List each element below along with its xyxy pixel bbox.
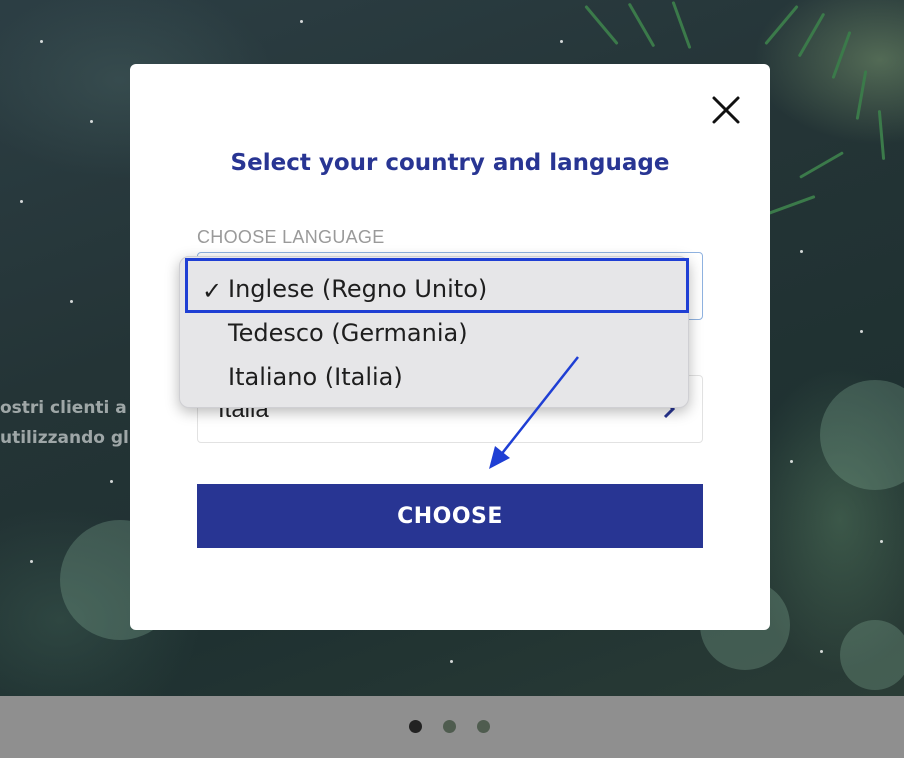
carousel-bar: [0, 696, 904, 758]
snowflake: [90, 120, 93, 123]
bokeh-light: [820, 380, 904, 490]
hero-text-line: utilizzando gl: [0, 428, 129, 448]
snowflake: [40, 40, 43, 43]
snowflake: [560, 40, 563, 43]
snowflake: [70, 300, 73, 303]
language-dropdown-menu: ✓ Inglese (Regno Unito) Tedesco (Germani…: [179, 256, 689, 408]
bokeh-light: [840, 620, 904, 690]
pine-needle: [764, 4, 799, 46]
carousel-dot-3[interactable]: [477, 720, 490, 733]
carousel-dot-2[interactable]: [443, 720, 456, 733]
hero-text-line: ostri clienti a v: [0, 398, 144, 418]
choose-button[interactable]: CHOOSE: [197, 484, 703, 548]
snowflake: [300, 20, 303, 23]
snowflake: [860, 330, 863, 333]
pine-needle: [799, 151, 844, 179]
pine-needle: [767, 195, 816, 215]
snowflake: [30, 560, 33, 563]
snowflake: [110, 480, 113, 483]
modal-title: Select your country and language: [230, 150, 670, 176]
language-option-italiano[interactable]: Italiano (Italia): [228, 363, 403, 391]
checkmark-icon: ✓: [202, 277, 223, 305]
pine-needle: [831, 30, 852, 80]
pine-needle: [627, 2, 656, 48]
carousel-dot-1[interactable]: [409, 720, 422, 733]
language-option-tedesco[interactable]: Tedesco (Germania): [228, 319, 468, 347]
language-option-inglese[interactable]: Inglese (Regno Unito): [228, 275, 487, 303]
snowflake: [820, 650, 823, 653]
pine-needle: [797, 12, 826, 58]
snowflake: [20, 200, 23, 203]
snowflake: [790, 460, 793, 463]
language-label: CHOOSE LANGUAGE: [197, 227, 385, 247]
close-button[interactable]: [710, 94, 742, 126]
snowflake: [880, 540, 883, 543]
pine-needle: [855, 70, 868, 120]
pine-needle: [584, 4, 619, 46]
snowflake: [800, 250, 803, 253]
pine-needle: [877, 109, 886, 161]
pine-needle: [671, 0, 692, 50]
close-icon: [712, 96, 740, 124]
snowflake: [450, 660, 453, 663]
